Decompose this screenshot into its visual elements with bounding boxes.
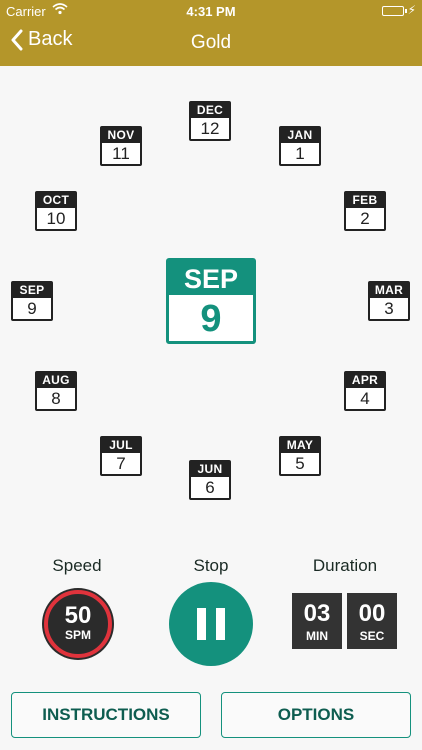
month-tile-jun: JUN 6: [189, 460, 231, 500]
month-tile-mar: MAR 3: [368, 281, 410, 321]
month-tile-jan: JAN 1: [279, 126, 321, 166]
duration-seconds[interactable]: 00 SEC: [347, 593, 397, 649]
month-number: 5: [295, 454, 305, 473]
month-tile-apr: APR 4: [344, 371, 386, 411]
duration-min-value: 03: [303, 600, 331, 627]
month-number: 6: [205, 478, 215, 497]
month-tile-aug: AUG 8: [35, 371, 77, 411]
month-tile-oct: OCT 10: [35, 191, 77, 231]
instructions-button[interactable]: INSTRUCTIONS: [11, 692, 201, 738]
month-number: 9: [27, 299, 37, 318]
month-name: JUL: [102, 438, 140, 453]
speed-unit: SPM: [64, 628, 91, 642]
navigation-bar: Back Gold: [0, 22, 422, 66]
duration-sec-unit: SEC: [359, 629, 385, 643]
duration-minutes[interactable]: 03 MIN: [292, 593, 342, 649]
current-month-number: 9: [200, 298, 222, 340]
month-name: DEC: [191, 103, 229, 118]
options-button[interactable]: OPTIONS: [221, 692, 411, 738]
status-bar: Carrier 4:31 PM ⚡: [0, 0, 422, 22]
speed-label: Speed: [52, 556, 102, 575]
month-name: OCT: [37, 193, 75, 208]
month-tile-dec: DEC 12: [189, 101, 231, 141]
month-name: FEB: [346, 193, 384, 208]
duration-min-unit: MIN: [306, 629, 328, 643]
month-tile-feb: FEB 2: [344, 191, 386, 231]
month-name: MAY: [281, 438, 319, 453]
month-tile-nov: NOV 11: [100, 126, 142, 166]
month-tile-jul: JUL 7: [100, 436, 142, 476]
month-number: 1: [295, 144, 305, 163]
stop-label: Stop: [193, 556, 229, 575]
pause-icon: [192, 608, 230, 640]
current-month-tile: SEP 9: [166, 258, 256, 344]
page-title: Gold: [190, 32, 232, 53]
status-time: 4:31 PM: [186, 4, 236, 19]
month-tile-sep: SEP 9: [11, 281, 53, 321]
duration-label: Duration: [312, 556, 378, 575]
battery-icon: [382, 6, 407, 16]
month-number: 11: [112, 144, 130, 163]
month-name: SEP: [13, 283, 51, 298]
month-name: NOV: [102, 128, 140, 143]
month-name: MAR: [370, 283, 408, 298]
month-name: JUN: [191, 462, 229, 477]
speed-dial[interactable]: 50 SPM: [44, 590, 112, 658]
month-name: JAN: [281, 128, 319, 143]
top-bar: Carrier 4:31 PM ⚡ Back Gold: [0, 0, 422, 66]
stop-button[interactable]: [169, 582, 253, 666]
month-number: 10: [46, 209, 66, 228]
current-month-name: SEP: [169, 261, 253, 295]
duration-sec-value: 00: [358, 600, 386, 627]
month-number: 8: [51, 389, 61, 408]
month-number: 2: [360, 209, 370, 228]
month-number: 12: [200, 119, 220, 138]
month-tile-may: MAY 5: [279, 436, 321, 476]
charging-icon: ⚡: [407, 3, 416, 17]
month-number: 3: [384, 299, 394, 318]
speed-value: 50: [64, 602, 92, 629]
month-number: 4: [360, 389, 370, 408]
month-name: APR: [346, 373, 384, 388]
month-number: 7: [116, 454, 126, 473]
month-name: AUG: [37, 373, 75, 388]
